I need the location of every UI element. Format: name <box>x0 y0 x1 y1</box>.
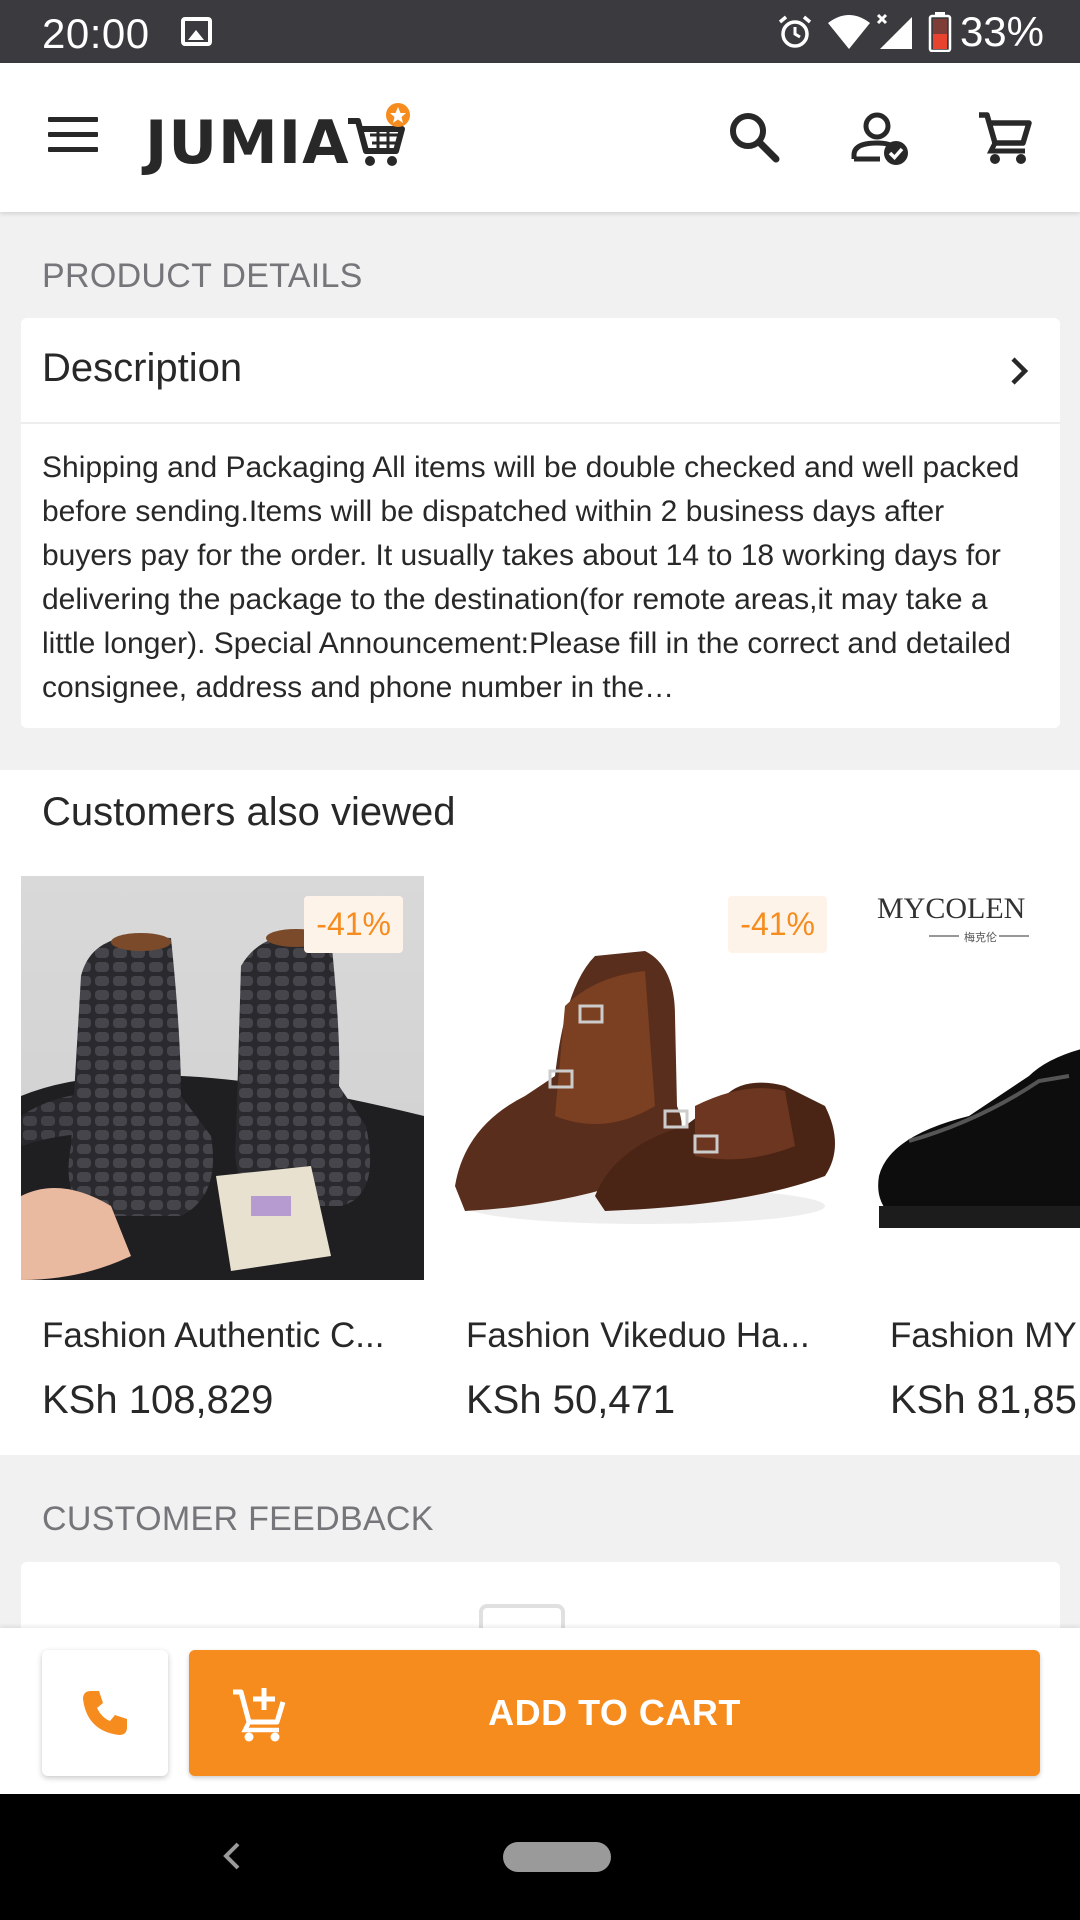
discount-badge: -41% <box>304 896 403 953</box>
battery-percent: 33% <box>959 8 1044 55</box>
product-price: KSh 50,471 <box>466 1378 676 1422</box>
wifi-icon <box>827 15 870 49</box>
add-to-cart-button[interactable]: ADD TO CART <box>189 1650 1040 1776</box>
description-text: Shipping and Packaging All items will be… <box>42 451 1020 704</box>
product-details-label: PRODUCT DETAILS <box>42 257 363 295</box>
logo-text: JUMIA <box>145 108 350 178</box>
customers-also-viewed-title: Customers also viewed <box>42 790 456 834</box>
description-header[interactable]: Description <box>21 318 1060 424</box>
status-time: 20:00 <box>42 10 150 57</box>
phone-icon <box>83 1691 127 1735</box>
menu-icon[interactable] <box>48 117 98 157</box>
product-price: KSh 81,85 <box>890 1378 1077 1422</box>
product-price: KSh 108,829 <box>42 1378 274 1422</box>
discount-badge: -41% <box>728 896 827 953</box>
description-title: Description <box>42 346 243 390</box>
home-pill[interactable] <box>503 1842 611 1872</box>
system-nav-bar <box>0 1794 1080 1920</box>
product-card[interactable]: MYCOLEN 梅克伦 Fashion MY KSh 81,85 <box>869 876 1080 1436</box>
status-bar: 20:00 33% <box>0 0 1080 63</box>
customer-feedback-label: CUSTOMER FEEDBACK <box>42 1500 434 1538</box>
image-icon <box>181 17 212 46</box>
battery-icon <box>928 12 952 52</box>
product-name[interactable]: Fashion Authentic C... <box>42 1316 414 1356</box>
app-header: JUMIA <box>0 63 1080 212</box>
search-icon[interactable] <box>724 107 786 169</box>
cart-icon[interactable] <box>975 107 1037 169</box>
back-icon[interactable] <box>218 1838 246 1874</box>
chevron-right-icon <box>1011 357 1029 385</box>
logo-cart-icon <box>347 103 410 166</box>
brand-subtext: 梅克伦 <box>964 930 997 944</box>
product-name[interactable]: Fashion MY <box>890 1316 1080 1356</box>
alarm-icon <box>778 15 812 48</box>
brand-text: MYCOLEN <box>877 892 1025 925</box>
product-card[interactable]: -41% Fashion Vikeduo Ha... KSh 50,471 <box>445 876 848 1436</box>
account-icon[interactable] <box>850 107 912 169</box>
product-image[interactable]: MYCOLEN 梅克伦 <box>869 876 1080 1280</box>
product-name[interactable]: Fashion Vikeduo Ha... <box>466 1316 838 1356</box>
product-carousel[interactable]: -41% Fashion Authentic C... KSh 108,829 <box>21 876 1080 1436</box>
bottom-action-bar: ADD TO CART <box>0 1628 1080 1794</box>
description-card: Description Shipping and Packaging All i… <box>21 318 1060 728</box>
customers-also-viewed-section: Customers also viewed -41% Fashion Authe… <box>0 770 1080 1455</box>
product-card[interactable]: -41% Fashion Authentic C... KSh 108,829 <box>21 876 424 1436</box>
call-button[interactable] <box>42 1650 168 1776</box>
jumia-logo[interactable]: JUMIA <box>145 103 412 173</box>
cell-signal-icon <box>876 13 912 49</box>
status-icons: 33% <box>776 8 1044 56</box>
add-to-cart-label: ADD TO CART <box>488 1692 741 1733</box>
